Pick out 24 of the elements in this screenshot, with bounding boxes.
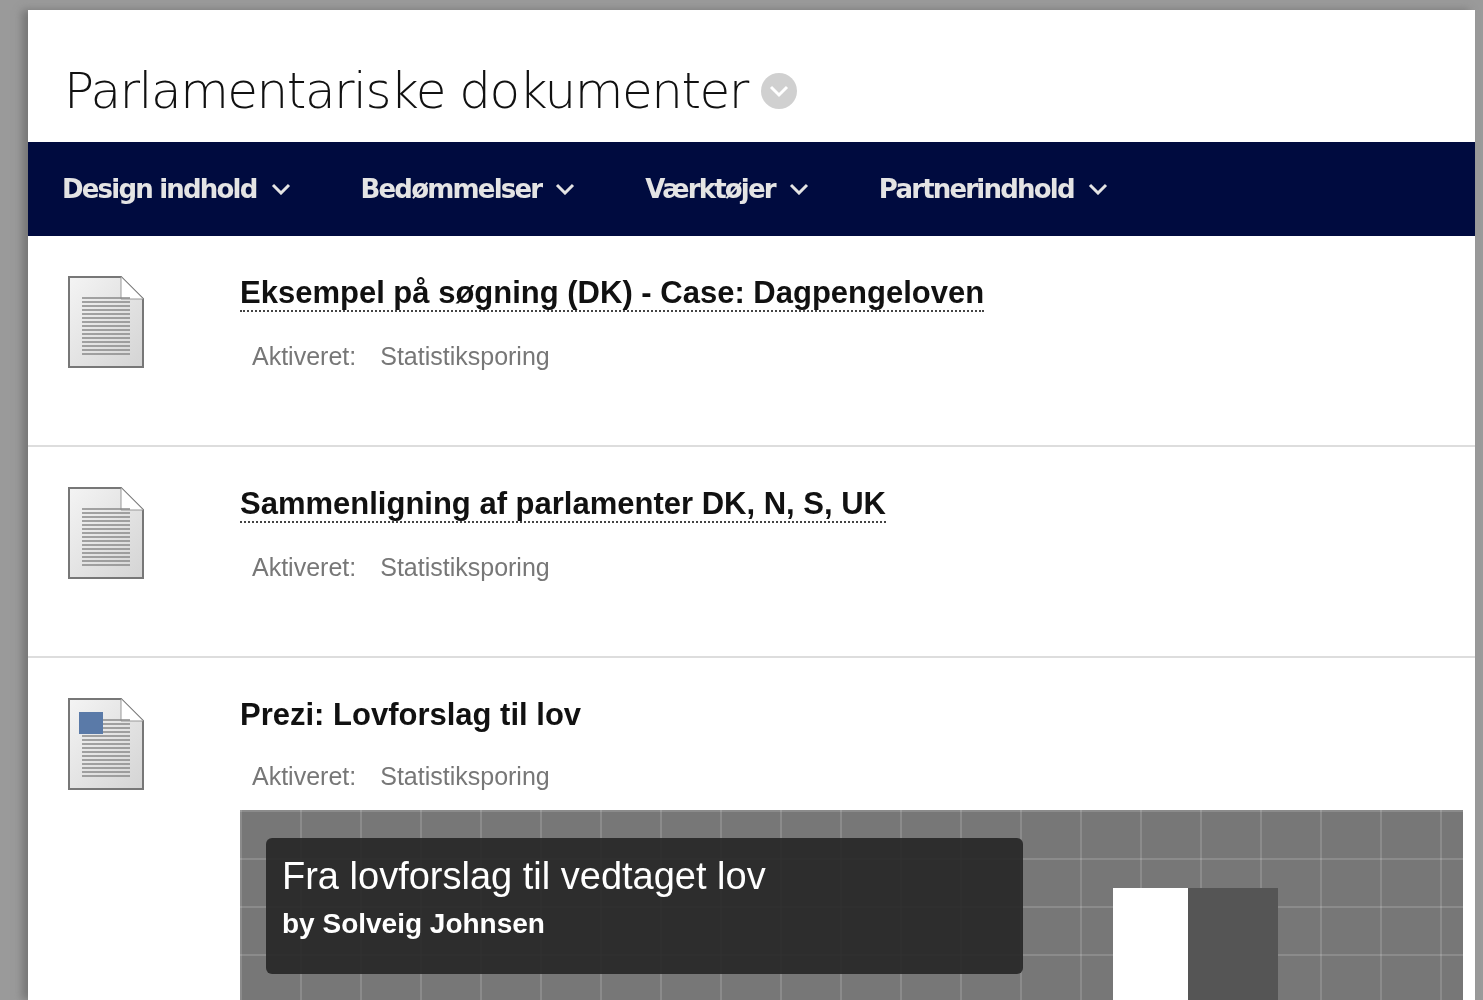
item-title-link[interactable]: Sammenligning af parlamenter DK, N, S, UK: [240, 487, 886, 524]
nav-menu-button[interactable]: Bedømmelser: [360, 169, 576, 209]
embed-title: Fra lovforslag til vedtaget lov: [282, 853, 767, 899]
chevron-down-icon: [555, 183, 576, 195]
nav-menu-button[interactable]: Partnerindhold: [878, 169, 1108, 209]
document-icon[interactable]: [68, 276, 144, 368]
meta-label: Aktiveret:: [252, 761, 357, 793]
page-title: Parlamentariske dokumenter: [64, 66, 748, 116]
meta-label: Aktiveret:: [252, 341, 357, 373]
meta-value: Statistiksporing: [380, 761, 550, 793]
nav-menu-button[interactable]: Design indhold: [62, 169, 291, 209]
embed-byline: by Solveig Johnsen: [282, 907, 546, 942]
document-icon[interactable]: [68, 698, 144, 790]
meta-value: Statistiksporing: [380, 341, 550, 373]
chevron-down-icon: [788, 183, 809, 195]
item-title: Prezi: Lovforslag til lov: [240, 698, 582, 733]
nav-menu-button[interactable]: Værktøjer: [645, 169, 809, 209]
document-icon[interactable]: [68, 487, 144, 579]
meta-value: Statistiksporing: [380, 552, 550, 584]
item-title-link[interactable]: Eksempel på søgning (DK) - Case: Dagpengeloven: [240, 276, 985, 313]
chevron-down-icon: [1087, 183, 1108, 195]
chevron-down-icon: [270, 183, 291, 195]
meta-label: Aktiveret:: [252, 552, 357, 584]
presentation-embed[interactable]: Fra lovforslag til vedtaget lov by Solveig Johnsen: [240, 809, 1463, 1000]
